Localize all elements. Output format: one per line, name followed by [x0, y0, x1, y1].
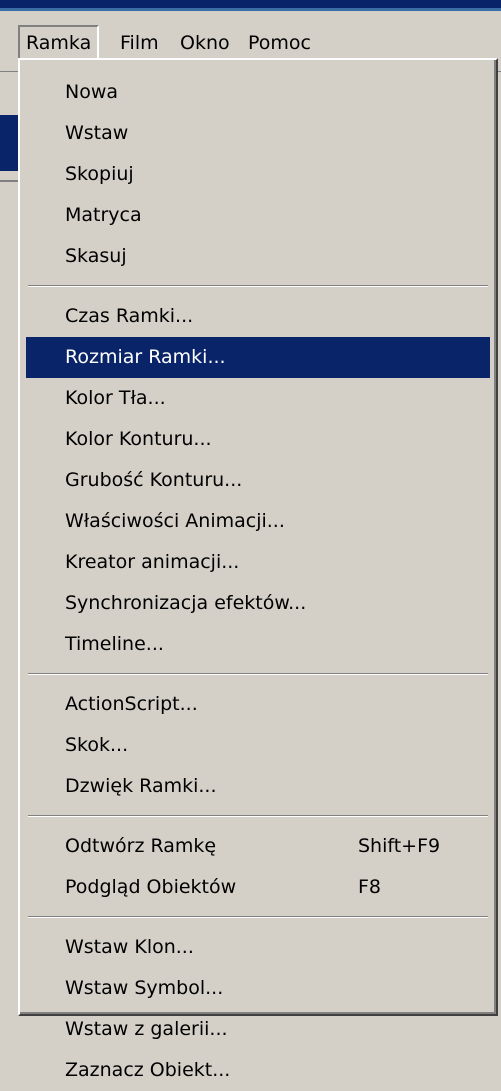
background-selection [0, 115, 18, 171]
menu-item-shortcut: F8 [358, 876, 382, 898]
menu-ramka[interactable]: Ramka [18, 25, 100, 61]
menu-item-nowa[interactable]: Nowa [26, 72, 490, 113]
menu-item-wstaw-z-galerii[interactable]: Wstaw z galerii... [26, 1009, 490, 1050]
menu-item-synchronizacja-efektow[interactable]: Synchronizacja efektów... [26, 583, 490, 624]
menu-item-timeline[interactable]: Timeline... [26, 624, 490, 665]
menu-pomoc[interactable]: Pomoc [242, 25, 317, 61]
menu-separator [28, 908, 488, 927]
menu-item-grubosc-konturu[interactable]: Grubość Konturu... [26, 460, 490, 501]
menu-item-kreator-animacji[interactable]: Kreator animacji... [26, 542, 490, 583]
menu-item-kolor-konturu[interactable]: Kolor Konturu... [26, 419, 490, 460]
menu-item-matryca[interactable]: Matryca [26, 195, 490, 236]
menu-item-wlasciwosci-animacji[interactable]: Właściwości Animacji... [26, 501, 490, 542]
menu-item-wstaw[interactable]: Wstaw [26, 113, 490, 154]
menu-item-dzwiek-ramki[interactable]: Dzwięk Ramki... [26, 766, 490, 807]
menu-item-skopiuj[interactable]: Skopiuj [26, 154, 490, 195]
menu-item-czas-ramki[interactable]: Czas Ramki... [26, 296, 490, 337]
menu-item-skasuj[interactable]: Skasuj [26, 236, 490, 277]
menu-item-wstaw-symbol[interactable]: Wstaw Symbol... [26, 968, 490, 1009]
menu-okno[interactable]: Okno [174, 25, 236, 61]
menu-separator [28, 807, 488, 826]
menu-item-shortcut: Shift+F9 [358, 835, 441, 857]
background-window [0, 72, 18, 1019]
menu-item-label: Podgląd Obiektów [65, 876, 237, 898]
menu-separator [28, 665, 488, 684]
menu-item-actionscript[interactable]: ActionScript... [26, 684, 490, 725]
menu-item-skok[interactable]: Skok... [26, 725, 490, 766]
window-title-bar [0, 0, 501, 11]
menu-item-kolor-tla[interactable]: Kolor Tła... [26, 378, 490, 419]
menu-item-wstaw-klon[interactable]: Wstaw Klon... [26, 927, 490, 968]
menu-item-label: Odtwórz Ramkę [65, 835, 217, 857]
menu-item-zaznacz-obiekt[interactable]: Zaznacz Obiekt... [26, 1050, 490, 1091]
background-divider [0, 180, 18, 182]
menu-film[interactable]: Film [114, 25, 165, 61]
menu-item-podglad-obiektow[interactable]: Podgląd Obiektów F8 [26, 867, 490, 908]
ramka-dropdown-menu: Nowa Wstaw Skopiuj Matryca Skasuj Czas R… [18, 58, 498, 1081]
menu-item-rozmiar-ramki[interactable]: Rozmiar Ramki... [26, 337, 490, 378]
menu-separator [28, 277, 488, 296]
menu-item-odtworz-ramke[interactable]: Odtwórz Ramkę Shift+F9 [26, 826, 490, 867]
